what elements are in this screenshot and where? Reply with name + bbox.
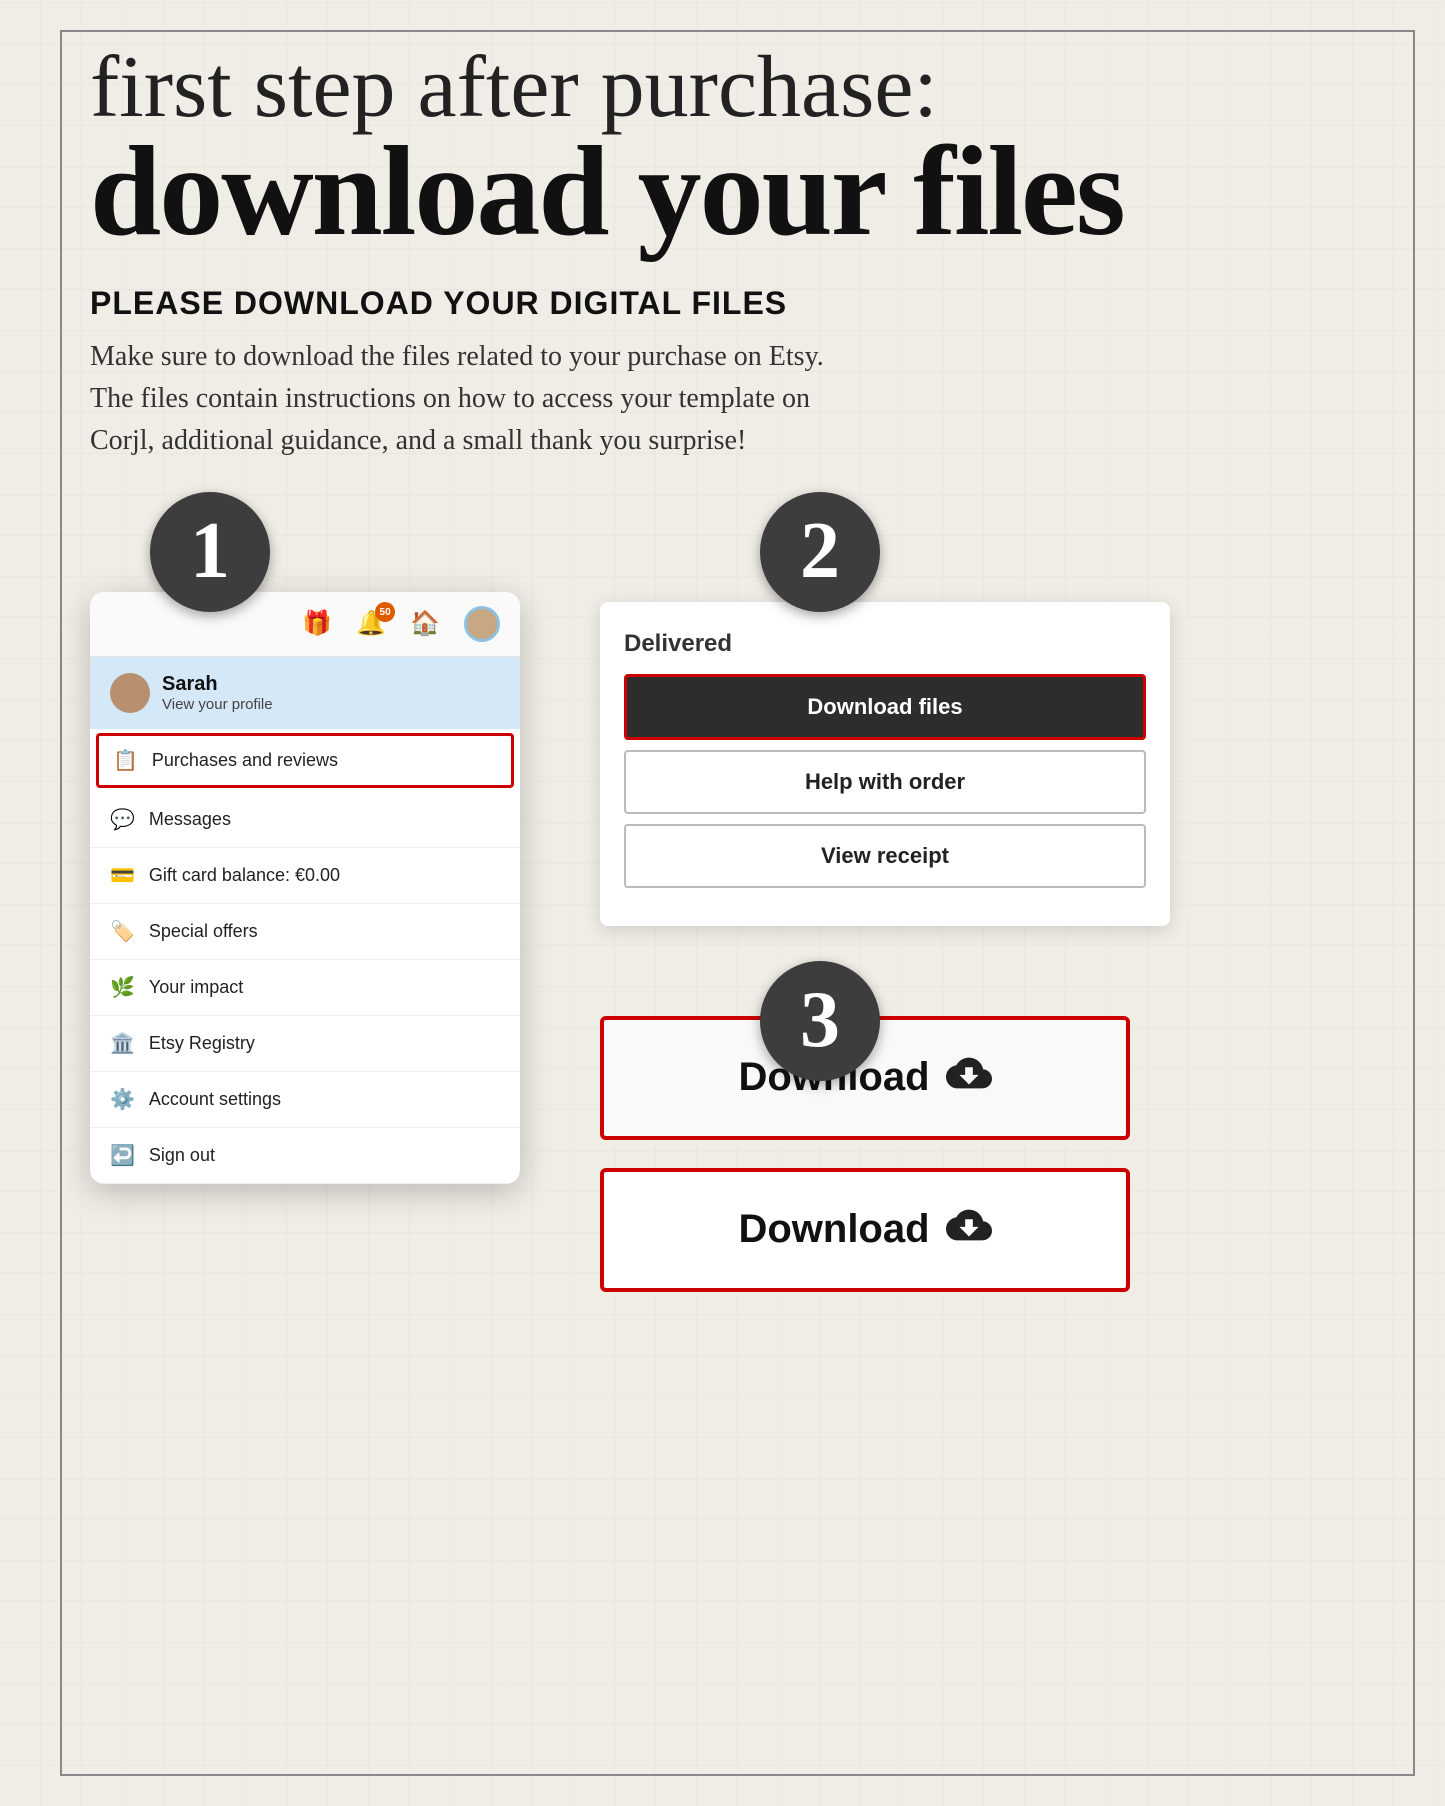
gear-icon: ⚙️ bbox=[110, 1087, 135, 1112]
menu-label-settings: Account settings bbox=[149, 1089, 281, 1110]
menu-label-signout: Sign out bbox=[149, 1145, 215, 1166]
profile-row[interactable]: Sarah View your profile bbox=[90, 657, 520, 729]
step2-circle: 2 bbox=[760, 492, 880, 612]
menu-label-purchases: Purchases and reviews bbox=[152, 750, 338, 771]
menu-item-giftcard[interactable]: 💳 Gift card balance: €0.00 bbox=[90, 848, 520, 904]
menu-item-offers[interactable]: 🏷️ Special offers bbox=[90, 904, 520, 960]
notification-count: 50 bbox=[375, 602, 395, 622]
store-icon: 🏠 bbox=[410, 609, 440, 638]
menu-label-messages: Messages bbox=[149, 809, 231, 830]
notification-bell[interactable]: 🔔 50 bbox=[356, 609, 386, 638]
profile-picture bbox=[110, 673, 150, 713]
creditcard-icon: 💳 bbox=[110, 863, 135, 888]
delivered-label: Delivered bbox=[624, 630, 1146, 658]
menu-label-offers: Special offers bbox=[149, 921, 258, 942]
order-panel: Delivered Download files Help with order… bbox=[600, 602, 1170, 926]
intro-subtitle: PLEASE DOWNLOAD YOUR DIGITAL FILES bbox=[90, 285, 1395, 322]
gift-icon: 🎁 bbox=[302, 609, 332, 638]
leaf-icon: 🌿 bbox=[110, 975, 135, 1000]
menu-label-registry: Etsy Registry bbox=[149, 1033, 255, 1054]
main-title: download your files bbox=[90, 127, 1395, 255]
steps-container: 1 🎁 🔔 50 🏠 Sarah bbox=[90, 512, 1395, 1320]
registry-icon: 🏛️ bbox=[110, 1031, 135, 1056]
menu-item-messages[interactable]: 💬 Messages bbox=[90, 792, 520, 848]
step1-circle: 1 bbox=[150, 492, 270, 612]
menu-item-purchases[interactable]: 📋 Purchases and reviews bbox=[96, 733, 514, 788]
menu-item-settings[interactable]: ⚙️ Account settings bbox=[90, 1072, 520, 1128]
help-with-order-button[interactable]: Help with order bbox=[624, 750, 1146, 814]
left-border bbox=[60, 30, 62, 1776]
right-column: 2 Delivered Download files Help with ord… bbox=[600, 512, 1200, 1320]
signout-icon: ↩️ bbox=[110, 1143, 135, 1168]
download-files-button[interactable]: Download files bbox=[624, 674, 1146, 740]
view-receipt-button[interactable]: View receipt bbox=[624, 824, 1146, 888]
step1-column: 1 🎁 🔔 50 🏠 Sarah bbox=[90, 512, 550, 1320]
etsy-topbar: 🎁 🔔 50 🏠 bbox=[90, 592, 520, 657]
profile-info: Sarah View your profile bbox=[162, 673, 273, 713]
tag-icon: 🏷️ bbox=[110, 919, 135, 944]
download-cloud-icon-1 bbox=[946, 1050, 992, 1106]
right-border bbox=[1413, 30, 1415, 1776]
bottom-border bbox=[60, 1774, 1415, 1776]
etsy-dropdown-mockup: 🎁 🔔 50 🏠 Sarah View your profile bbox=[90, 592, 520, 1184]
download-buttons-group: Download Download bbox=[600, 1016, 1200, 1292]
download-button-2[interactable]: Download bbox=[600, 1168, 1130, 1292]
profile-name: Sarah bbox=[162, 673, 273, 696]
menu-label-impact: Your impact bbox=[149, 977, 243, 998]
menu-item-impact[interactable]: 🌿 Your impact bbox=[90, 960, 520, 1016]
step3-circle: 3 bbox=[760, 961, 880, 1081]
message-icon: 💬 bbox=[110, 807, 135, 832]
menu-item-registry[interactable]: 🏛️ Etsy Registry bbox=[90, 1016, 520, 1072]
avatar[interactable] bbox=[464, 606, 500, 642]
menu-label-giftcard: Gift card balance: €0.00 bbox=[149, 865, 340, 886]
menu-item-signout[interactable]: ↩️ Sign out bbox=[90, 1128, 520, 1184]
clipboard-icon: 📋 bbox=[113, 748, 138, 773]
download-cloud-icon-2 bbox=[946, 1202, 992, 1258]
intro-body: Make sure to download the files related … bbox=[90, 336, 870, 462]
profile-link: View your profile bbox=[162, 696, 273, 713]
download-label-2: Download bbox=[738, 1207, 929, 1252]
